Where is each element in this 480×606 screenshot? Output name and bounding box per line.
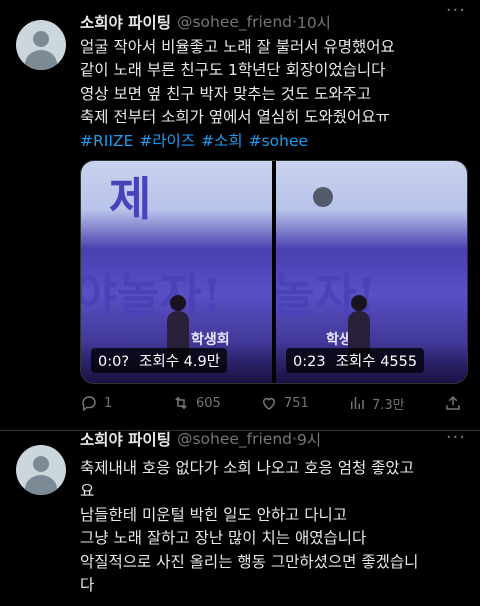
more-icon[interactable]: ··· — [446, 429, 466, 447]
tweet-text: 얼굴 작아서 비율좋고 노래 잘 불러서 유명했어요 같이 노래 부른 친구도 … — [80, 36, 470, 153]
tweet-text: 축제내내 호응 없다가 소희 나오고 호응 엄청 좋았고 요 남들한테 미운털 … — [80, 457, 470, 597]
video-thumbnail[interactable]: 제 야놀자! 학생회 0:0? 조회수 4.9만 — [81, 161, 272, 383]
tweet[interactable]: 소희야 파이팅 @sohee_friend · 10시 ··· 얼굴 작아서 비… — [0, 0, 480, 430]
hashtags: #RIIZE #라이즈 #소희 #sohee — [80, 130, 470, 153]
views-icon — [351, 397, 364, 409]
timestamp[interactable]: 10시 — [297, 11, 331, 33]
text-line: 남들한테 미운털 박힌 일도 안하고 다니고 — [80, 505, 348, 524]
view-count: 조회수 4.9만 — [139, 354, 221, 370]
like-button[interactable]: 751 — [260, 394, 309, 412]
author-name[interactable]: 소희야 파이팅 — [80, 11, 171, 33]
share-icon — [446, 395, 460, 410]
retweet-count: 605 — [196, 395, 221, 411]
retweet-button[interactable]: 605 — [172, 394, 221, 412]
view-count: 조회수 4555 — [335, 354, 418, 370]
timestamp[interactable]: 9시 — [297, 428, 321, 450]
video-badge: 0:0? 조회수 4.9만 — [91, 348, 228, 373]
hashtag-link[interactable]: #sohee — [249, 132, 308, 150]
avatar[interactable] — [16, 445, 66, 495]
hashtag-link[interactable]: #라이즈 — [139, 132, 195, 150]
media-grid: 제 야놀자! 학생회 0:0? 조회수 4.9만 놀자! 학생회 0:23 조회수 … — [80, 160, 468, 384]
like-icon — [262, 397, 276, 410]
video-badge: 0:23 조회수 4555 — [286, 348, 425, 373]
sign-text: 야놀자! — [81, 268, 223, 322]
text-line: 축제내내 호응 없다가 소희 나오고 호응 엄청 좋았고 — [80, 459, 414, 477]
banner-text: 제 — [109, 172, 152, 226]
reply-icon — [82, 396, 96, 412]
video-duration: 0:23 — [293, 354, 326, 370]
reply-button[interactable]: 1 — [80, 394, 112, 412]
text-line: 축제 전부터 소희가 옆에서 열심히 도와줬어요ㅠ — [80, 108, 390, 127]
text-line: 얼굴 작아서 비율좋고 노래 잘 불러서 유명했어요 — [80, 38, 395, 56]
views-button[interactable]: 7.3만 — [348, 394, 405, 413]
text-line: 영상 보면 옆 친구 박자 맞추는 것도 도와주고 — [80, 84, 372, 103]
share-button[interactable] — [444, 394, 468, 412]
text-line: 요 — [80, 482, 95, 501]
gif-icon — [313, 187, 333, 207]
retweet-icon — [175, 396, 187, 410]
hashtag-link[interactable]: #RIIZE — [80, 132, 133, 150]
text-line: 다 — [80, 576, 95, 595]
video-duration: 0:0? — [98, 354, 130, 370]
author-handle[interactable]: @sohee_friend — [177, 430, 292, 448]
action-bar: 1 605 751 7.3만 — [80, 392, 470, 414]
like-count: 751 — [284, 395, 309, 411]
hashtag-link[interactable]: #소희 — [201, 132, 243, 150]
author-handle[interactable]: @sohee_friend — [177, 13, 292, 31]
text-line: 악질적으로 사진 올리는 행동 그만하셨으면 좋겠습니 — [80, 552, 419, 571]
video-thumbnail[interactable]: 놀자! 학생회 0:23 조회수 4555 — [276, 161, 467, 383]
tweet[interactable]: 소희야 파이팅 @sohee_friend · 9시 ··· 축제내내 호응 없… — [0, 428, 480, 606]
reply-count: 1 — [104, 395, 113, 411]
text-line: 같이 노래 부른 친구도 1학년단 회장이었습니다 — [80, 61, 386, 80]
author-name[interactable]: 소희야 파이팅 — [80, 428, 171, 450]
avatar[interactable] — [16, 20, 66, 70]
more-icon[interactable]: ··· — [446, 2, 466, 20]
views-count: 7.3만 — [372, 397, 405, 413]
text-line: 그냥 노래 잘하고 장난 많이 치는 애였습니다 — [80, 529, 367, 548]
